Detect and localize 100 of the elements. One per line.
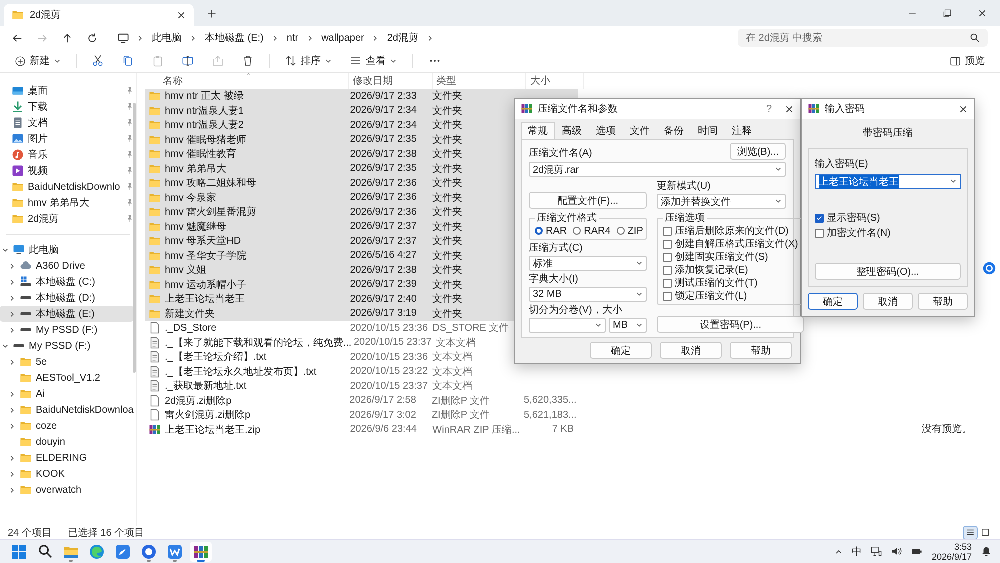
chevron-icon[interactable] <box>306 34 314 42</box>
help-button[interactable]: ? <box>758 104 780 114</box>
tray-chevron-icon[interactable] <box>834 548 843 556</box>
sidebar-item[interactable]: 桌面 <box>0 83 134 99</box>
chevron-icon[interactable] <box>9 262 16 270</box>
set-password-button[interactable]: 设置密码(P)... <box>657 316 804 333</box>
checkbox[interactable]: 锁定压缩文件(L) <box>663 290 798 302</box>
chevron-icon[interactable] <box>9 390 16 398</box>
chevron-icon[interactable] <box>9 310 16 318</box>
tab[interactable]: 时间 <box>691 122 725 139</box>
organize-passwords-button[interactable]: 整理密码(O)... <box>815 263 961 280</box>
checkbox[interactable]: 显示密码(S) <box>815 212 961 224</box>
tab[interactable]: 备份 <box>657 122 691 139</box>
checkbox[interactable]: 创建固实压缩文件(S) <box>663 251 798 263</box>
sidebar-item[interactable]: My PSSD (F:) <box>0 322 134 338</box>
dropdown[interactable]: 标准 <box>529 256 647 271</box>
network-icon[interactable] <box>870 546 882 557</box>
file-row[interactable]: 2d混剪.zi删除p 2026/9/17 2:58 ZI删除P 文件 5,620,335... <box>145 394 578 408</box>
checkbox[interactable]: 压缩后删除原来的文件(D) <box>663 225 798 237</box>
sidebar-item[interactable]: 2d混剪 <box>0 211 134 227</box>
sidebar-item[interactable]: coze <box>0 418 134 434</box>
chevron-icon[interactable] <box>2 342 9 350</box>
sidebar-item[interactable]: 本地磁盘 (D:) <box>0 290 134 306</box>
sidebar-item[interactable]: AESTool_V1.2 <box>0 370 134 386</box>
toolbar-button[interactable]: 查看 <box>343 52 404 70</box>
chevron-icon[interactable] <box>9 294 16 302</box>
sidebar-item[interactable]: 下载 <box>0 99 134 115</box>
chevron-icon[interactable] <box>9 278 16 286</box>
chevron-icon[interactable] <box>9 454 16 462</box>
dialog-button[interactable]: 取消 <box>660 342 722 359</box>
checkbox[interactable]: 测试压缩的文件(T) <box>663 277 798 289</box>
close-icon[interactable] <box>959 104 968 114</box>
input-method[interactable]: 中 <box>852 544 862 558</box>
tab[interactable]: 注释 <box>725 122 759 139</box>
sidebar-item[interactable]: 本地磁盘 (C:) <box>0 274 134 290</box>
chevron-icon[interactable] <box>190 34 197 42</box>
chevron-icon[interactable] <box>372 34 380 42</box>
breadcrumb[interactable]: ntr <box>286 32 299 44</box>
sidebar-item[interactable]: My PSSD (F:) <box>0 338 134 354</box>
notification-icon[interactable] <box>981 546 992 557</box>
assistant-icon[interactable] <box>983 262 996 275</box>
sidebar-item[interactable]: 5e <box>0 354 134 370</box>
chevron-icon[interactable] <box>9 470 16 478</box>
checkbox[interactable]: 添加恢复记录(E) <box>663 264 798 276</box>
preview-button[interactable]: 预览 <box>943 52 992 70</box>
chevron-icon[interactable] <box>2 246 9 254</box>
file-row[interactable]: ._【来了就能下载和观看的论坛，纯免费... 2020/10/15 23:37 文本文档 <box>145 336 578 350</box>
file-row[interactable]: ._DS_Store 2020/10/15 23:36 DS_STORE 文件 <box>145 321 578 336</box>
close-icon[interactable] <box>177 10 186 20</box>
sidebar-item[interactable]: overwatch <box>0 482 134 498</box>
dropdown[interactable]: 32 MB <box>529 287 647 302</box>
sidebar-item[interactable]: 视频 <box>0 163 134 179</box>
dialog-button[interactable]: 确定 <box>808 293 858 310</box>
chevron-icon[interactable] <box>9 422 16 430</box>
volume-icon[interactable] <box>890 546 902 557</box>
sidebar-item[interactable]: ELDERING <box>0 450 134 466</box>
sidebar-item[interactable]: KOOK <box>0 466 134 482</box>
file-row[interactable]: ._【老王论坛介绍】.txt 2020/10/15 23:36 文本文档 <box>145 350 578 364</box>
dialog-button[interactable]: 确定 <box>590 342 652 359</box>
toolbar-button[interactable]: 新建 <box>8 52 68 70</box>
breadcrumb[interactable]: 本地磁盘 (E:) <box>205 31 264 45</box>
toolbar-button[interactable]: 排序 <box>278 52 339 70</box>
file-row[interactable]: ._【老王论坛永久地址发布页】.txt 2020/10/15 23:22 文本文档 <box>145 364 578 379</box>
sidebar-item[interactable]: 本地磁盘 (E:) <box>0 306 134 322</box>
refresh-icon[interactable] <box>87 32 98 44</box>
breadcrumb[interactable]: 此电脑 <box>152 31 182 45</box>
chevron-icon[interactable] <box>9 406 16 414</box>
chevron-icon[interactable] <box>137 34 144 42</box>
dialog-button[interactable]: 取消 <box>863 293 913 310</box>
tab[interactable]: 常规 <box>521 122 555 139</box>
sidebar-item[interactable]: BaiduNetdiskDownlo <box>0 179 134 195</box>
sidebar-item[interactable]: 图片 <box>0 131 134 147</box>
maximize-icon[interactable] <box>943 9 952 18</box>
chevron-icon[interactable] <box>9 486 16 494</box>
window-tab[interactable]: 2d混剪 <box>4 4 194 26</box>
tab[interactable]: 选项 <box>589 122 623 139</box>
sidebar-item[interactable]: 音乐 <box>0 147 134 163</box>
breadcrumb[interactable]: wallpaper <box>322 32 364 44</box>
dialog-button[interactable]: 帮助 <box>918 293 968 310</box>
back-icon[interactable] <box>12 32 23 44</box>
profiles-button[interactable]: 配置文件(F)... <box>529 192 647 209</box>
checkbox[interactable]: 加密文件名(N) <box>815 227 961 239</box>
password-field[interactable]: 上老王论坛当老王 <box>815 174 961 189</box>
taskbar-button[interactable] <box>190 542 212 562</box>
chevron-icon[interactable] <box>9 358 16 366</box>
file-row[interactable]: 雷火剑混剪.zi删除p 2026/9/17 3:02 ZI删除P 文件 5,621,183... <box>145 408 578 422</box>
close-icon[interactable] <box>785 104 794 114</box>
file-row[interactable]: 上老王论坛当老王.zip 2026/9/6 23:44 WinRAR ZIP 压缩... 7 KB <box>145 422 578 437</box>
scrollbar[interactable] <box>133 103 136 373</box>
sidebar-item[interactable]: 此电脑 <box>0 242 134 258</box>
sidebar-item[interactable]: 文档 <box>0 115 134 131</box>
sidebar-item[interactable]: Ai <box>0 386 134 402</box>
search-field[interactable]: 在 2d混剪 中搜索 <box>738 29 988 47</box>
breadcrumb[interactable]: 2d混剪 <box>387 31 418 45</box>
close-icon[interactable] <box>978 9 987 18</box>
up-icon[interactable] <box>62 32 73 44</box>
radio-button[interactable]: ZIP <box>616 225 644 237</box>
sidebar-item[interactable]: BaiduNetdiskDownloa <box>0 402 134 418</box>
dropdown[interactable]: MB <box>609 318 647 333</box>
chevron-icon[interactable] <box>9 326 16 334</box>
